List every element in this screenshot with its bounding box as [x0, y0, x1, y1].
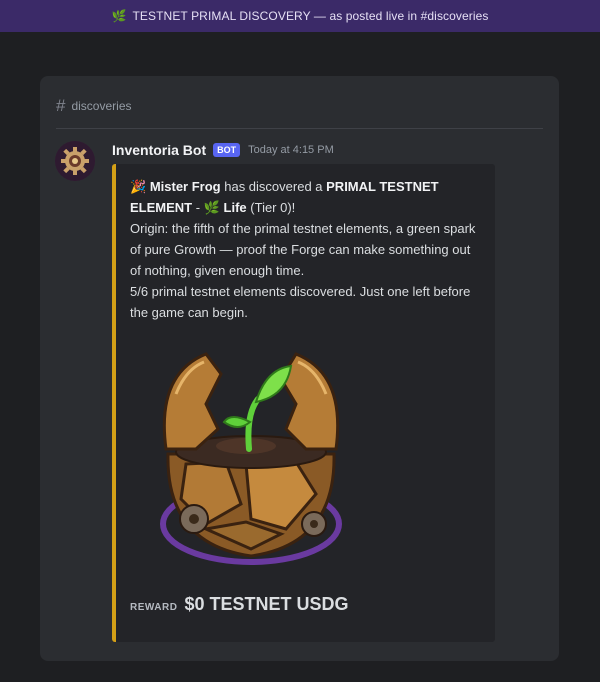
author-name[interactable]: Inventoria Bot — [112, 142, 206, 158]
banner-text: TESTNET PRIMAL DISCOVERY — as posted liv… — [132, 9, 489, 23]
bot-badge: BOT — [213, 143, 241, 157]
leaf-icon: 🌿 — [111, 9, 127, 23]
embed-description: 🎉 Mister Frog has discovered a PRIMAL TE… — [130, 176, 480, 323]
origin-text: Origin: the fifth of the primal testnet … — [130, 221, 476, 278]
avatar[interactable] — [55, 141, 95, 181]
element-tier: (Tier 0)! — [250, 200, 296, 215]
timestamp: Today at 4:15 PM — [248, 144, 334, 156]
reward-field: REWARD $0 TESTNET USDG — [130, 594, 348, 615]
reward-label: REWARD — [130, 602, 178, 613]
dash: - — [195, 200, 201, 215]
gear-avatar-icon — [55, 141, 95, 181]
top-banner: 🌿 TESTNET PRIMAL DISCOVERY — as posted l… — [0, 0, 600, 32]
element-name: Life — [223, 200, 247, 215]
player-name: Mister Frog — [149, 179, 221, 194]
reward-value: $0 TESTNET USDG — [184, 594, 349, 614]
message-card: # discoveries Inventoria Bot BOT Today a… — [40, 76, 559, 661]
message-header: Inventoria Bot BOT Today at 4:15 PM — [112, 142, 334, 158]
discovery-verb: has discovered a — [224, 179, 323, 194]
channel-name: discoveries — [71, 99, 132, 113]
embed: 🎉 Mister Frog has discovered a PRIMAL TE… — [112, 164, 495, 642]
party-popper-icon: 🎉 — [130, 179, 147, 194]
divider — [56, 128, 543, 129]
progress-text: 5/6 primal testnet elements discovered. … — [130, 284, 471, 320]
channel-header[interactable]: # discoveries — [56, 96, 132, 116]
hash-icon: # — [56, 96, 66, 115]
leaf-icon: 🌿 — [203, 200, 220, 215]
discovery-line: 🎉 Mister Frog has discovered a PRIMAL TE… — [130, 176, 480, 218]
life-element-art[interactable] — [146, 334, 356, 574]
